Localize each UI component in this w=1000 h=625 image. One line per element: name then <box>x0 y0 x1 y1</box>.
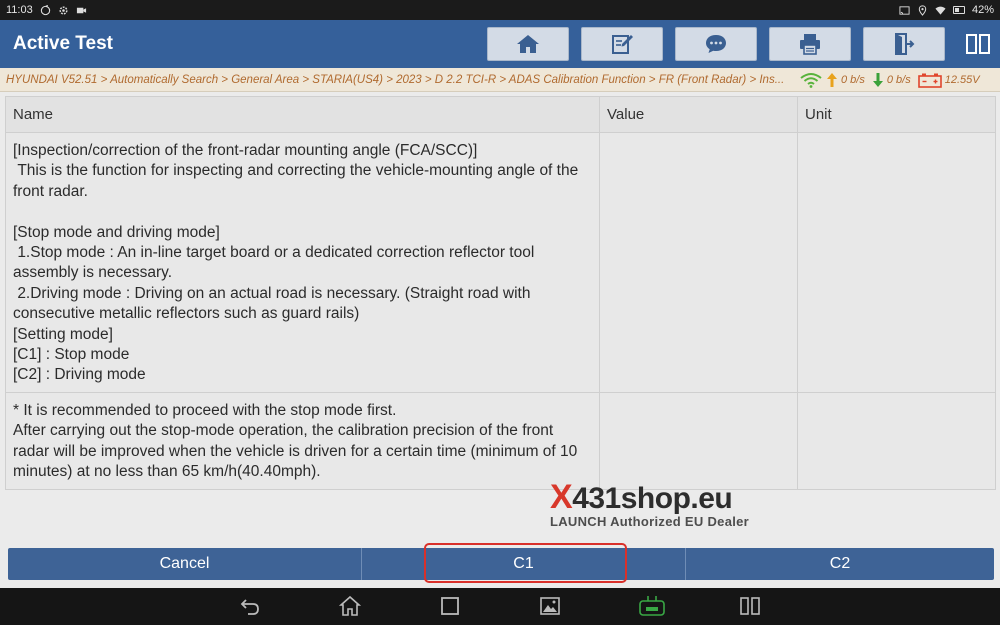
column-header-name: Name <box>5 96 600 133</box>
split-screen-button[interactable] <box>962 27 994 61</box>
c1-button[interactable]: C1 <box>362 548 686 580</box>
table-cell-value <box>599 132 798 393</box>
battery-percent: 42% <box>971 4 994 16</box>
table-header-row: Name Value Unit <box>5 96 996 133</box>
watermark-brand: 431shop.eu <box>572 482 733 515</box>
split-nav-button[interactable] <box>737 594 763 618</box>
vci-button[interactable] <box>637 594 667 618</box>
upload-arrow-icon <box>827 72 837 87</box>
battery-icon <box>952 6 965 14</box>
gear-icon <box>59 5 68 15</box>
row-description: [Inspection/correction of the front-rada… <box>13 142 579 384</box>
video-camera-icon <box>76 7 86 13</box>
home-nav-button[interactable] <box>337 594 363 618</box>
data-table: Name Value Unit [Inspection/correction o… <box>5 96 996 490</box>
exit-button[interactable] <box>863 27 945 61</box>
sync-icon <box>40 4 50 15</box>
column-header-unit: Unit <box>797 96 996 133</box>
print-button[interactable] <box>769 27 851 61</box>
status-bar: 11:03 42% <box>0 0 1000 20</box>
battery-voltage-icon <box>917 73 942 88</box>
upload-speed: 0 b/s <box>841 73 865 86</box>
table-cell-unit <box>797 132 996 393</box>
dealer-watermark: X431shop.eu LAUNCH Authorized EU Dealer <box>540 456 780 532</box>
cancel-button[interactable]: Cancel <box>8 548 362 580</box>
home-outline-icon <box>338 595 362 616</box>
download-arrow-icon <box>872 72 883 87</box>
table-cell-unit <box>797 391 996 490</box>
feedback-button[interactable] <box>675 27 757 61</box>
printer-icon <box>800 34 820 55</box>
home-icon <box>517 35 539 53</box>
edit-note-button[interactable] <box>581 27 663 61</box>
cast-icon <box>899 5 910 15</box>
watermark-x: X <box>550 478 573 516</box>
exit-icon <box>895 33 915 55</box>
location-icon <box>918 4 927 16</box>
recents-button[interactable] <box>437 594 463 618</box>
breadcrumb-bar: HYUNDAI V52.51 > Automatically Search > … <box>0 68 1000 92</box>
voltage-reading: 12.55V <box>944 73 980 86</box>
status-time: 11:03 <box>6 4 33 16</box>
wifi-icon <box>935 6 946 15</box>
wifi-signal-icon <box>800 72 822 88</box>
back-button[interactable] <box>237 594 263 618</box>
c2-button[interactable]: C2 <box>686 548 994 580</box>
watermark-logo: X431shop.eu <box>550 478 733 517</box>
home-button[interactable] <box>487 27 569 61</box>
gallery-icon <box>540 597 560 615</box>
table-cell-name: [Inspection/correction of the front-rada… <box>5 132 600 393</box>
back-arrow-icon <box>240 599 259 615</box>
title-bar: Active Test <box>0 20 1000 68</box>
table-row: * It is recommended to proceed with the … <box>5 391 996 490</box>
split-screen-outline-icon <box>740 597 760 615</box>
column-header-value: Value <box>599 96 798 133</box>
square-icon <box>441 597 459 615</box>
action-bar: Cancel C1 C2 <box>8 548 994 580</box>
screenshot-button[interactable] <box>537 594 563 618</box>
split-screen-icon <box>966 34 990 54</box>
system-nav-bar <box>0 588 1000 625</box>
table-cell-name: * It is recommended to proceed with the … <box>5 391 600 490</box>
chat-bubble-icon <box>706 35 726 53</box>
vci-connector-icon <box>639 596 665 616</box>
page-title: Active Test <box>13 33 113 54</box>
download-speed: 0 b/s <box>886 73 911 86</box>
edit-note-icon <box>612 35 633 54</box>
table-row: [Inspection/correction of the front-rada… <box>5 132 996 393</box>
watermark-tagline: LAUNCH Authorized EU Dealer <box>550 514 750 529</box>
breadcrumb: HYUNDAI V52.51 > Automatically Search > … <box>6 73 785 86</box>
row-description: * It is recommended to proceed with the … <box>13 401 578 481</box>
